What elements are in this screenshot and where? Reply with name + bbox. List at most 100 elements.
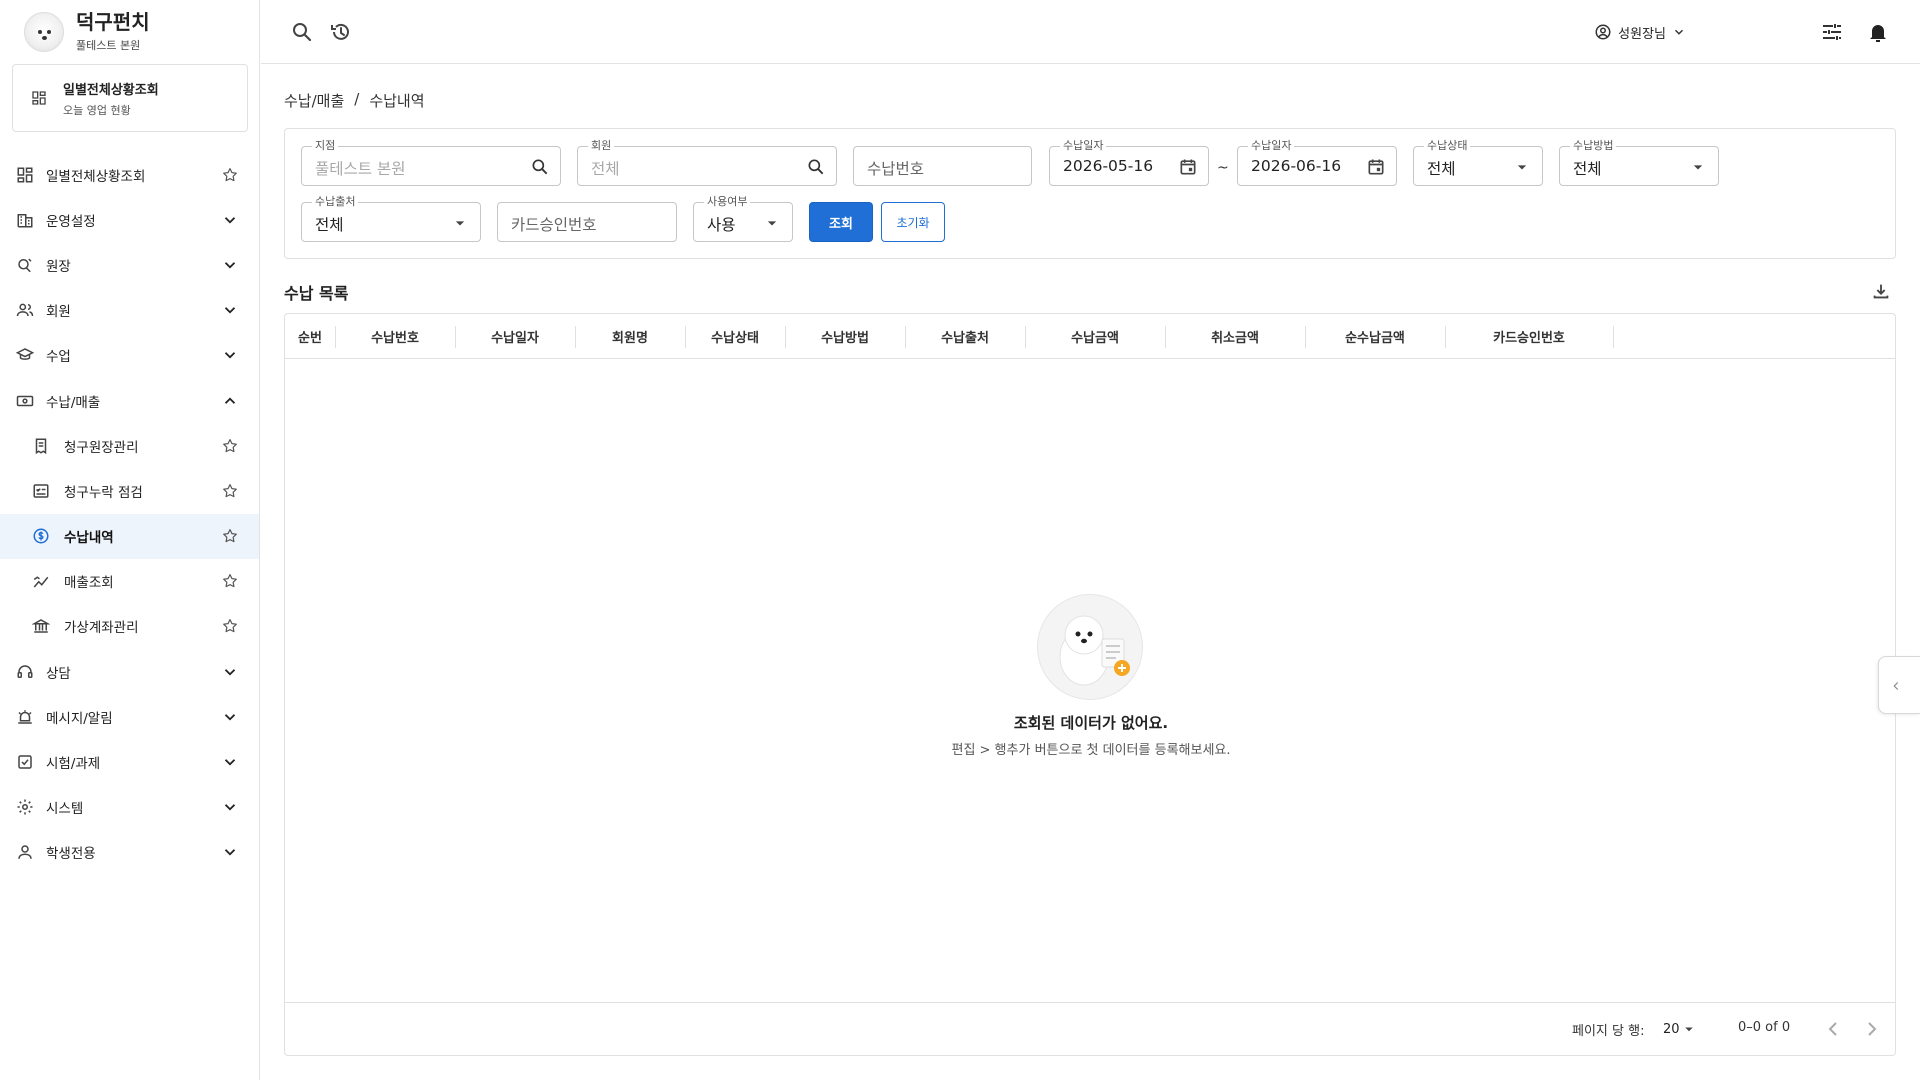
usage-select[interactable]: 사용여부 사용: [693, 195, 793, 242]
sidebar-item[interactable]: 매출조회: [0, 559, 259, 604]
reset-button[interactable]: 초기화: [881, 202, 945, 242]
sidebar-item[interactable]: 운영설정: [0, 197, 259, 242]
column-header[interactable]: 수납출처: [905, 314, 1025, 359]
chevron-down-icon[interactable]: [221, 301, 239, 319]
bell-icon[interactable]: [1866, 20, 1890, 44]
history-icon[interactable]: [329, 20, 353, 44]
chevron-down-icon[interactable]: [221, 798, 239, 816]
people-icon: [16, 303, 34, 317]
task-icon: [18, 755, 32, 769]
calendar-icon[interactable]: [1366, 157, 1386, 177]
chevron-down-icon[interactable]: [221, 663, 239, 681]
next-page-icon[interactable]: [1860, 1017, 1884, 1041]
download-icon[interactable]: [1870, 280, 1892, 302]
side-panel-handle[interactable]: [1878, 656, 1920, 714]
building-icon: [17, 213, 33, 228]
column-header[interactable]: 수납상태: [685, 314, 785, 359]
column-header[interactable]: 순수납금액: [1305, 314, 1445, 359]
date-to-field[interactable]: 수납일자 2026-06-16: [1237, 139, 1397, 186]
breadcrumb: 수납/매출 / 수납내역: [284, 90, 425, 111]
date-from-field[interactable]: 수납일자 2026-05-16: [1049, 139, 1209, 186]
date-from-value: 2026-05-16: [1063, 157, 1154, 175]
sidebar-item[interactable]: 시험/과제: [0, 739, 259, 784]
sidebar-item[interactable]: 일별전체상황조회: [0, 152, 259, 197]
tune-icon[interactable]: [1820, 20, 1844, 44]
table-header: 순번 수납번호 수납일자 회원명 수납상태 수납방법 수납출처 수납금액 취소금액 순수납금액 카드…: [285, 314, 1895, 359]
search-icon[interactable]: [290, 20, 314, 44]
sidebar-item-label: 가상계좌관리: [64, 620, 139, 637]
sidebar-item[interactable]: 청구원장관리: [0, 423, 259, 468]
dashboard-icon: [32, 91, 46, 105]
cash-icon: [16, 395, 34, 406]
sidebar-item[interactable]: 메시지/알림: [0, 694, 259, 739]
date-to-value: 2026-06-16: [1251, 157, 1342, 175]
usage-select-value: 사용: [707, 216, 736, 234]
dropdown-arrow-icon: [1517, 165, 1527, 170]
sidebar-item[interactable]: 수업: [0, 333, 259, 378]
sidebar-item[interactable]: 가상계좌관리: [0, 604, 259, 649]
star-icon[interactable]: [221, 527, 239, 545]
payment-number-input[interactable]: 수납번호: [853, 146, 1032, 186]
sidebar-item-label: 상담: [46, 665, 71, 682]
ledger-icon: [18, 258, 32, 273]
column-header[interactable]: 수납번호: [335, 314, 455, 359]
favorite-card[interactable]: 일별전체상황조회 오늘 영업 현황: [12, 64, 248, 132]
gear-icon: [17, 799, 33, 815]
sidebar-item[interactable]: 회원: [0, 288, 259, 333]
star-icon[interactable]: [221, 572, 239, 590]
search-button[interactable]: 조회: [809, 202, 873, 242]
star-icon[interactable]: [221, 482, 239, 500]
status-select-label: 수납상태: [1424, 139, 1471, 153]
chevron-down-icon[interactable]: [221, 346, 239, 364]
sidebar-item[interactable]: 수납내역: [0, 513, 259, 559]
branch-field[interactable]: 지점 풀테스트 본원: [301, 139, 561, 186]
column-header[interactable]: 회원명: [575, 314, 685, 359]
rows-per-page-select[interactable]: 20: [1663, 1020, 1698, 1038]
star-icon[interactable]: [221, 617, 239, 635]
favorite-card-subtitle: 오늘 영업 현황: [63, 103, 131, 117]
user-menu[interactable]: 성원장님: [1594, 20, 1686, 44]
column-header[interactable]: 카드승인번호: [1445, 314, 1613, 359]
star-icon[interactable]: [221, 166, 239, 184]
column-header[interactable]: 수납금액: [1025, 314, 1165, 359]
sidebar-item[interactable]: 원장: [0, 242, 259, 287]
breadcrumb-parent[interactable]: 수납/매출: [284, 90, 344, 111]
payment-table: 순번 수납번호 수납일자 회원명 수납상태 수납방법 수납출처 수납금액 취소금액 순수납금액 카드…: [284, 313, 1896, 1056]
sidebar-item[interactable]: 청구누락 점검: [0, 468, 259, 513]
method-select[interactable]: 수납방법 전체: [1559, 139, 1719, 186]
graduation-cap-icon: [16, 348, 34, 361]
brand-title: 덕구펀치: [76, 10, 150, 34]
chevron-down-icon[interactable]: [221, 708, 239, 726]
column-header[interactable]: 순번: [285, 314, 335, 359]
sidebar-item-label: 시스템: [46, 801, 84, 818]
source-select[interactable]: 수납출처 전체: [301, 195, 481, 242]
column-header[interactable]: 수납방법: [785, 314, 905, 359]
prev-page-icon[interactable]: [1821, 1017, 1845, 1041]
calendar-icon[interactable]: [1178, 157, 1198, 177]
card-approval-placeholder: 카드승인번호: [511, 216, 597, 234]
sidebar-item-label: 시험/과제: [46, 756, 101, 773]
sidebar-item[interactable]: 상담: [0, 649, 259, 694]
chevron-up-icon[interactable]: [221, 392, 239, 410]
sidebar-item[interactable]: 시스템: [0, 785, 259, 830]
column-header[interactable]: 수납일자: [455, 314, 575, 359]
sidebar-item[interactable]: 수납/매출: [0, 378, 259, 423]
chevron-down-icon[interactable]: [221, 843, 239, 861]
brand[interactable]: 덕구펀치 풀테스트 본원: [24, 10, 150, 53]
search-icon[interactable]: [806, 157, 826, 177]
chevron-down-icon[interactable]: [221, 211, 239, 229]
chevron-down-icon[interactable]: [221, 753, 239, 771]
rows-per-page-label: 페이지 당 행:: [1572, 1024, 1645, 1039]
dropdown-arrow-icon: [1684, 1027, 1693, 1032]
sidebar-item[interactable]: 학생전용: [0, 830, 259, 875]
sidebar-item-label: 운영설정: [46, 213, 96, 230]
column-header[interactable]: 취소금액: [1165, 314, 1305, 359]
chevron-down-icon[interactable]: [221, 256, 239, 274]
card-approval-input[interactable]: 카드승인번호: [497, 202, 677, 242]
star-icon[interactable]: [221, 437, 239, 455]
member-field[interactable]: 회원 전체: [577, 139, 837, 186]
method-select-value: 전체: [1573, 160, 1602, 178]
sidebar-item-label: 매출조회: [64, 575, 114, 592]
search-icon[interactable]: [530, 157, 550, 177]
status-select[interactable]: 수납상태 전체: [1413, 139, 1543, 186]
